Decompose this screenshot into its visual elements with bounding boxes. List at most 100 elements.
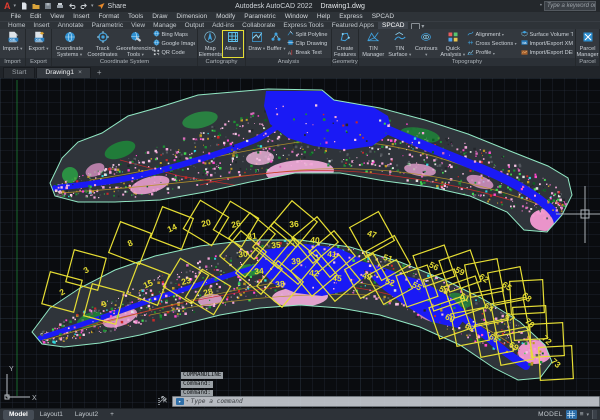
new-drawing-tab-button[interactable]: + bbox=[92, 68, 107, 78]
qr-code-button[interactable]: QR Code bbox=[153, 49, 195, 58]
new-layout-button[interactable]: + bbox=[104, 410, 120, 420]
drawing-area[interactable]: 2389141520232628313034353638394041424547… bbox=[0, 78, 600, 409]
panel-import: XMLImport ▾ bbox=[0, 29, 26, 58]
command-history-line: Command: bbox=[181, 381, 213, 388]
profile-button[interactable]: Profile▾ bbox=[467, 49, 519, 58]
file-tab-start[interactable]: Start bbox=[3, 67, 35, 78]
autocad-window: A ▾ ▾ Share Autodesk AutoCAD 2022Drawing… bbox=[0, 0, 600, 420]
layout-tabs: ModelLayout1Layout2+ bbox=[3, 410, 120, 420]
layout-tab-layout1[interactable]: Layout1 bbox=[34, 410, 69, 420]
menu-tools[interactable]: Tools bbox=[124, 13, 148, 20]
search-input[interactable]: Type a keyword or phrase bbox=[544, 1, 596, 11]
georeferencing-tools-button[interactable]: Georeferencing Tools ▾ bbox=[119, 30, 152, 58]
draw-button[interactable]: Draw ▾ bbox=[247, 30, 267, 58]
tile-number: 35 bbox=[271, 240, 282, 251]
alignment-icon bbox=[467, 30, 474, 39]
svg-text:A: A bbox=[288, 50, 292, 56]
alignment-button[interactable]: Alignment▾ bbox=[467, 30, 519, 39]
ucs-icon: XY bbox=[5, 366, 37, 402]
menu-help[interactable]: Help bbox=[312, 13, 334, 20]
menu-edit[interactable]: Edit bbox=[25, 13, 45, 20]
cross-sections-button[interactable]: Cross Sections▾ bbox=[467, 39, 519, 48]
qat-undo-icon[interactable] bbox=[67, 2, 76, 11]
import-export-xml-button[interactable]: XMLImport/Export XML▾ bbox=[521, 39, 573, 48]
customization-icon[interactable] bbox=[592, 410, 597, 419]
parcel-manager-button[interactable]: Parcel Manager bbox=[577, 30, 598, 58]
status-caret-icon[interactable]: ▾ bbox=[586, 412, 589, 418]
tile-number: 39 bbox=[291, 256, 302, 267]
panel-name-geometry: Geometry bbox=[332, 58, 359, 66]
autocad-logo-icon[interactable]: A bbox=[4, 1, 11, 11]
share-button[interactable]: Share bbox=[97, 2, 127, 11]
surface-volume-tools-button[interactable]: Surface Volume Tools▾ bbox=[521, 30, 573, 39]
tile-number: 8 bbox=[126, 237, 135, 248]
ribbon: XMLImport ▾XMLExport ▾Coordinate Systems… bbox=[0, 29, 600, 58]
volume-icon bbox=[521, 30, 528, 39]
dem-icon bbox=[521, 49, 528, 58]
qat-redo-icon[interactable] bbox=[79, 2, 88, 11]
contours-icon bbox=[420, 31, 432, 45]
layout-tab-layout2[interactable]: Layout2 bbox=[69, 410, 104, 420]
globe-small-icon bbox=[153, 39, 160, 48]
split-icon bbox=[287, 30, 294, 39]
model-space-label[interactable]: MODEL bbox=[538, 411, 563, 418]
menu-bar: FileEditViewInsertFormatToolsDrawDimensi… bbox=[0, 12, 600, 21]
svg-text:Y: Y bbox=[9, 366, 14, 373]
status-bar: ModelLayout1Layout2+ MODEL ≡ ▾ bbox=[0, 408, 600, 420]
app-menu-caret-icon[interactable]: ▾ bbox=[14, 3, 17, 9]
create-features-button[interactable]: Create Features ▾ bbox=[333, 30, 357, 58]
panel-name-export: Export bbox=[26, 58, 52, 66]
qat-open-icon[interactable] bbox=[31, 2, 40, 11]
google-image-button[interactable]: Google Image bbox=[153, 39, 195, 48]
tin-surface-icon bbox=[394, 31, 406, 45]
buffer-icon bbox=[270, 31, 282, 45]
globe-small-icon bbox=[153, 30, 160, 39]
break-text-button[interactable]: ABreak Text bbox=[287, 49, 329, 58]
command-input[interactable]: ▸▾Type a command bbox=[172, 396, 600, 407]
export-button[interactable]: XMLExport ▾ bbox=[27, 30, 50, 58]
isometric-drafting-icon[interactable]: ≡ bbox=[580, 411, 584, 418]
coordinate-systems-button[interactable]: Coordinate Systems ▾ bbox=[53, 30, 86, 58]
split-polyline-button[interactable]: Split Polyline bbox=[287, 30, 329, 39]
menu-window[interactable]: Window bbox=[280, 13, 312, 20]
clip-drawing-button[interactable]: Clip Drawing bbox=[287, 39, 329, 48]
menu-dimension[interactable]: Dimension bbox=[172, 13, 212, 20]
menu-insert[interactable]: Insert bbox=[69, 13, 94, 20]
command-placeholder: Type a command bbox=[191, 398, 243, 405]
buffer-button[interactable]: Buffer ▾ bbox=[267, 30, 287, 58]
menu-file[interactable]: File bbox=[6, 13, 25, 20]
menu-modify[interactable]: Modify bbox=[212, 13, 240, 20]
atlas-button[interactable]: Atlas ▾ bbox=[222, 30, 245, 58]
layout-tab-model[interactable]: Model bbox=[3, 410, 34, 420]
menu-view[interactable]: View bbox=[46, 13, 69, 20]
grid-display-icon[interactable] bbox=[566, 410, 577, 419]
map-elements-button[interactable]: Map Elements ▾ bbox=[199, 30, 222, 58]
import-button[interactable]: XMLImport ▾ bbox=[1, 30, 24, 58]
track-coordinates-button[interactable]: Track Coordinates bbox=[86, 30, 119, 58]
svg-text:X: X bbox=[32, 395, 37, 402]
tile-number: 38 bbox=[275, 279, 286, 290]
qat-customize-caret-icon[interactable]: ▾ bbox=[91, 3, 94, 9]
bing-maps-button[interactable]: Bing Maps bbox=[153, 30, 195, 39]
qat-save-icon[interactable] bbox=[43, 2, 52, 11]
tin-surface-button[interactable]: TIN Surface ▾ bbox=[387, 30, 414, 58]
qat-new-icon[interactable] bbox=[19, 2, 28, 11]
tile-number: 73 bbox=[549, 356, 563, 370]
menu-spcad[interactable]: SPCAD bbox=[367, 13, 398, 20]
tin-manager-button[interactable]: TIN Manager bbox=[360, 30, 387, 58]
contours-button[interactable]: Contours ▾ bbox=[413, 30, 440, 58]
file-tab-drawing1[interactable]: Drawing1× bbox=[36, 67, 91, 78]
tile-number: 14 bbox=[166, 221, 179, 234]
menu-format[interactable]: Format bbox=[94, 13, 124, 20]
menu-express[interactable]: Express bbox=[335, 13, 367, 20]
tin-icon bbox=[367, 31, 379, 45]
xml-export-icon: XML bbox=[33, 31, 45, 45]
menu-parametric[interactable]: Parametric bbox=[240, 13, 280, 20]
break-text-icon: A bbox=[287, 49, 294, 58]
close-tab-icon[interactable]: × bbox=[78, 68, 82, 78]
menu-draw[interactable]: Draw bbox=[148, 13, 172, 20]
svg-text:XML: XML bbox=[522, 42, 528, 45]
import-export-dem-button[interactable]: Import/Export DEM▾ bbox=[521, 49, 573, 58]
qat-plot-icon[interactable] bbox=[55, 2, 64, 11]
quick-analysis-button[interactable]: Quick Analysis ▾ bbox=[440, 30, 467, 58]
